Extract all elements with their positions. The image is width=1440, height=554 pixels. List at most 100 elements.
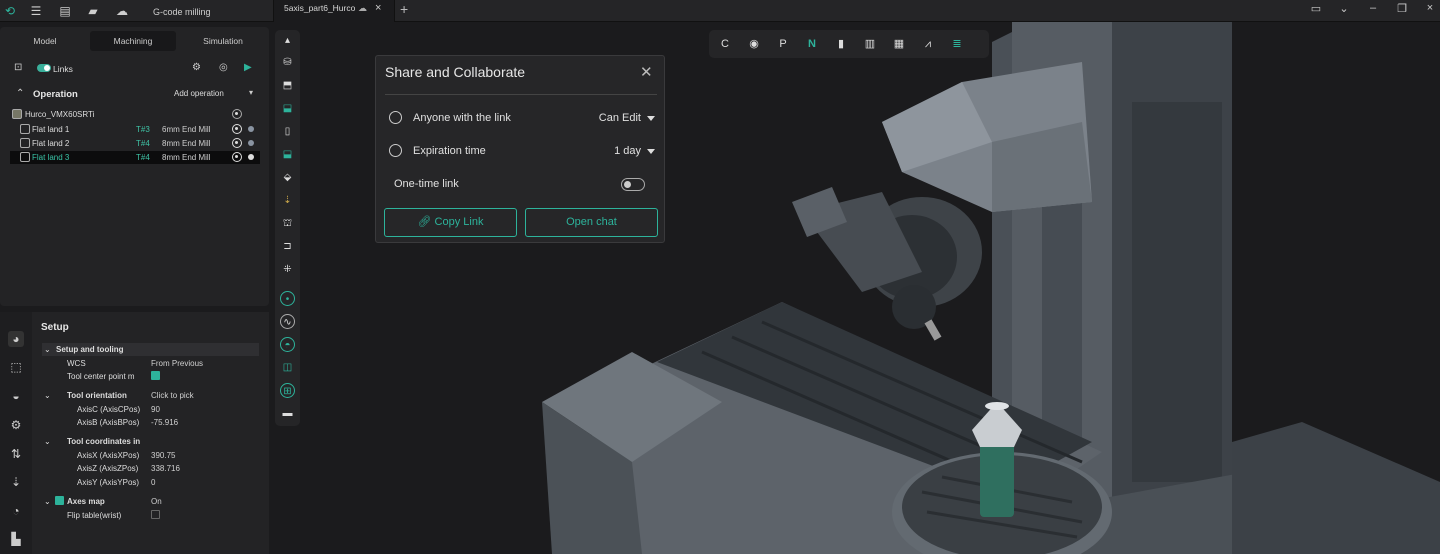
flip-table-checkbox[interactable] <box>151 510 160 519</box>
axisx-row[interactable]: AxisX (AxisXPos) 390.75 <box>42 449 259 462</box>
target-icon[interactable] <box>232 138 242 148</box>
copy-link-button[interactable]: 🔗︎ Copy Link <box>384 208 517 237</box>
link-access-select[interactable]: Can Edit <box>599 112 641 124</box>
axisc-value[interactable]: 90 <box>151 405 160 414</box>
surface-icon[interactable]: ◫ <box>280 360 295 375</box>
axisy-row[interactable]: AxisY (AxisYPos) 0 <box>42 476 259 489</box>
feed-icon[interactable]: ◔ <box>8 503 24 519</box>
setup-icon[interactable]: ◕ <box>8 331 24 347</box>
wcs-value[interactable]: From Previous <box>151 359 203 368</box>
tab-model[interactable]: Model <box>2 31 88 51</box>
axisz-row[interactable]: AxisZ (AxisZPos) 338.716 <box>42 462 259 475</box>
tab-simulation[interactable]: Simulation <box>178 31 268 51</box>
wcs-row[interactable]: WCS From Previous <box>42 357 259 370</box>
chevron-down-icon[interactable] <box>647 149 655 154</box>
axisb-value[interactable]: -75.916 <box>151 418 178 427</box>
wave-icon[interactable]: ∿ <box>280 314 295 329</box>
new-file-icon[interactable]: ▤ <box>57 3 73 19</box>
axisc-row[interactable]: AxisC (AxisCPos) 90 <box>42 403 259 416</box>
flip-table-row[interactable]: Flip table(wrist) <box>42 509 259 522</box>
collapse-icon[interactable]: ⌄ <box>44 497 51 506</box>
play-icon[interactable]: ▶ <box>244 62 252 73</box>
tab-machining[interactable]: Machining <box>90 31 176 51</box>
machine-row[interactable]: Hurco_VMX60SRTi <box>10 108 260 121</box>
close-tab-icon[interactable]: × <box>375 2 381 14</box>
search-view-icon[interactable]: ◉ <box>746 36 762 52</box>
target-icon[interactable] <box>232 152 242 162</box>
post-icon[interactable]: ▙ <box>8 531 24 547</box>
section-tool-coordinates[interactable]: ⌄ Tool coordinates in <box>42 435 259 448</box>
collapse-icon[interactable]: ⌄ <box>44 345 51 354</box>
stock-icon[interactable]: ▮ <box>833 36 849 52</box>
tool-icon[interactable]: ◒ <box>8 388 24 404</box>
add-operation-button[interactable]: Add operation <box>174 89 224 98</box>
expiration-select[interactable]: 1 day <box>614 145 641 157</box>
fixture-icon[interactable]: ⬓ <box>280 101 295 116</box>
add-tab-icon[interactable]: + <box>400 1 408 17</box>
cloud-save-icon[interactable]: ☁ <box>114 3 130 19</box>
pick-value[interactable]: Click to pick <box>151 391 194 400</box>
chevron-up-icon[interactable]: ▴ <box>280 33 295 48</box>
tree-icon[interactable]: ⊡ <box>14 62 22 73</box>
drill-icon[interactable]: ⇣ <box>8 474 24 490</box>
close-icon[interactable]: ✕ <box>640 63 653 81</box>
machine-icon[interactable]: ▦ <box>891 36 907 52</box>
chevron-down-icon[interactable]: ▾ <box>249 88 253 97</box>
linking-icon[interactable]: ⇅ <box>8 446 24 462</box>
tcp-checkbox[interactable] <box>151 371 160 380</box>
visibility-icon[interactable] <box>232 109 242 119</box>
pattern-icon[interactable]: ⁜ <box>280 262 295 277</box>
one-time-toggle[interactable] <box>621 178 645 191</box>
open-chat-button[interactable]: Open chat <box>525 208 658 237</box>
thread-icon[interactable]: ⛫ <box>280 216 295 231</box>
gear-icon[interactable]: ⚙ <box>192 62 201 73</box>
link-access-row[interactable]: Anyone with the link Can Edit <box>385 109 657 129</box>
gcode-n-icon[interactable]: N <box>804 36 820 52</box>
axes-map-checkbox[interactable] <box>55 496 64 505</box>
roughing-icon[interactable]: ⬓ <box>280 147 295 162</box>
page-icon[interactable]: ▯ <box>280 124 295 139</box>
fixture-icon[interactable]: ▥ <box>862 36 878 52</box>
expiration-row[interactable]: Expiration time 1 day <box>385 142 657 162</box>
gear-icon[interactable]: ⚙ <box>8 417 24 433</box>
more-icon[interactable]: ▬ <box>280 406 295 421</box>
chevron-down-icon[interactable] <box>647 116 655 121</box>
axisx-value[interactable]: 390.75 <box>151 451 175 460</box>
section-setup-tooling[interactable]: ⌄ Setup and tooling <box>42 343 259 356</box>
axisz-value[interactable]: 338.716 <box>151 464 180 473</box>
stock-icon[interactable]: ⛁ <box>280 55 295 70</box>
cycle-icon[interactable]: C <box>717 36 733 52</box>
list-item[interactable]: Flat land 2 T#4 8mm End Mill <box>10 137 260 150</box>
collapse-icon[interactable]: ⌄ <box>44 437 51 446</box>
section-axes-map[interactable]: ⌄ Axes map On <box>42 495 259 508</box>
list-item[interactable]: Flat land 3 T#4 8mm End Mill <box>10 151 260 164</box>
multiaxis-icon[interactable]: ⊞ <box>280 383 295 398</box>
chat-icon[interactable]: ▭ <box>1308 2 1324 15</box>
close-window-icon[interactable]: × <box>1422 2 1438 14</box>
menu-icon[interactable]: ☰ <box>28 3 44 19</box>
restore-icon[interactable]: ❐ <box>1394 2 1410 15</box>
axisb-row[interactable]: AxisB (AxisBPos) -75.916 <box>42 416 259 429</box>
part-icon[interactable]: ⬒ <box>280 78 295 93</box>
chevron-down-icon[interactable]: ⌄ <box>1336 2 1352 15</box>
stock-icon[interactable]: ⬚ <box>8 359 24 375</box>
open-folder-icon[interactable]: ▰ <box>85 3 101 19</box>
tcp-row[interactable]: Tool center point m <box>42 370 259 383</box>
document-tab[interactable]: 5axis_part6_Hurco ☁ × <box>273 0 395 22</box>
dot-op-icon[interactable]: • <box>280 291 295 306</box>
list-item[interactable]: Flat land 1 T#3 6mm End Mill <box>10 123 260 136</box>
one-time-row[interactable]: One-time link <box>385 175 657 195</box>
bracket-icon[interactable]: ⊐ <box>280 239 295 254</box>
simulate-icon[interactable]: ◎ <box>219 62 228 73</box>
axisy-value[interactable]: 0 <box>151 478 155 487</box>
probe-icon[interactable]: P <box>775 36 791 52</box>
minimize-icon[interactable]: – <box>1365 2 1381 14</box>
layer-icon[interactable]: ≣ <box>949 36 965 52</box>
finishing-icon[interactable]: ⬙ <box>280 170 295 185</box>
links-toggle[interactable] <box>37 64 51 72</box>
collapse-icon[interactable]: ⌄ <box>44 391 51 400</box>
axes-icon[interactable]: ⩘ <box>920 36 936 52</box>
target-icon[interactable] <box>232 124 242 134</box>
swarf-icon[interactable]: ◓ <box>280 337 295 352</box>
collapse-icon[interactable]: ⌃ <box>16 88 24 99</box>
